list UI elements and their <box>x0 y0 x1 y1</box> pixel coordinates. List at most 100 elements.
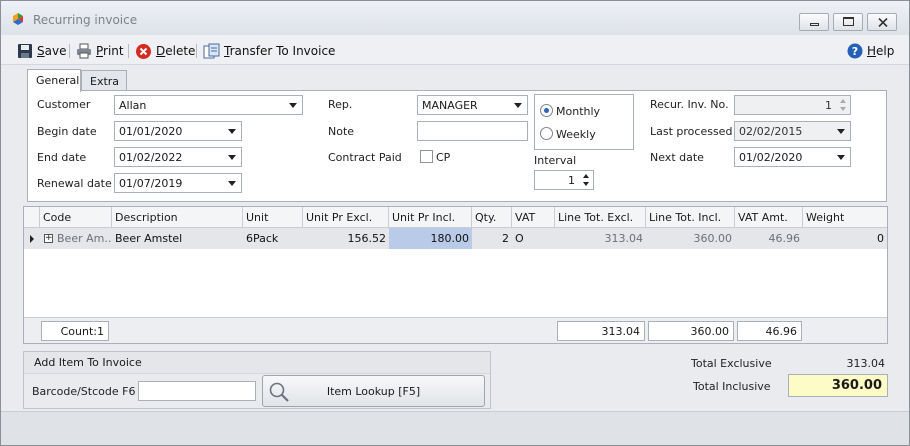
save-button[interactable]: Save <box>17 42 66 60</box>
expand-row-icon[interactable]: + <box>44 234 53 243</box>
transfer-document-icon <box>203 43 220 59</box>
recurring-invoice-window: Recurring invoice Save Print Delete Tran <box>0 0 910 446</box>
cell-qty[interactable]: 2 <box>472 228 512 249</box>
table-row[interactable]: + Beer Am... Beer Amstel 6Pack 156.52 18… <box>24 228 887 249</box>
print-button[interactable]: Print <box>76 42 124 60</box>
item-lookup-label: Item Lookup [F5] <box>326 385 421 398</box>
cell-code[interactable]: Beer Am... <box>54 228 112 249</box>
rep-combobox[interactable]: MANAGER <box>417 95 528 115</box>
recur-inv-no-value: 1 <box>825 99 832 112</box>
row-count: Count:1 <box>41 321 109 341</box>
column-header-unit-excl[interactable]: Unit Pr Excl. <box>303 207 389 228</box>
spin-up-icon[interactable] <box>583 174 589 178</box>
toolbar-separator <box>69 44 70 58</box>
minimize-button[interactable] <box>799 13 829 31</box>
spin-down-icon[interactable] <box>583 182 589 186</box>
footer-vat-amt-total: 46.96 <box>737 321 802 341</box>
chevron-down-icon[interactable] <box>837 155 845 160</box>
last-processed-picker[interactable]: 02/02/2015 <box>734 121 851 141</box>
interval-value: 1 <box>568 174 575 187</box>
add-item-group: Add Item To Invoice Barcode/Stcode F6 It… <box>23 351 491 409</box>
rep-value: MANAGER <box>422 99 478 112</box>
cell-unit[interactable]: 6Pack <box>243 228 303 249</box>
end-date-picker[interactable]: 01/02/2022 <box>114 147 242 167</box>
grid-footer: Count:1 313.04 360.00 46.96 <box>24 317 887 343</box>
cell-unit-incl[interactable]: 180.00 <box>389 228 472 249</box>
column-header-unit[interactable]: Unit <box>243 207 303 228</box>
close-window-button[interactable] <box>867 13 897 31</box>
begin-date-picker[interactable]: 01/01/2020 <box>114 121 242 141</box>
cell-description[interactable]: Beer Amstel <box>112 228 243 249</box>
print-label: rint <box>103 44 124 58</box>
restore-icon <box>843 17 854 26</box>
contract-paid-label: Contract Paid <box>328 151 402 164</box>
last-processed-value: 02/02/2015 <box>739 125 803 138</box>
status-bar <box>1 411 909 445</box>
chevron-down-icon[interactable] <box>837 129 845 134</box>
end-date-label: End date <box>37 151 87 164</box>
chevron-down-icon[interactable] <box>228 155 236 160</box>
column-header-line-incl[interactable]: Line Tot. Incl. <box>646 207 735 228</box>
barcode-input[interactable] <box>138 381 256 401</box>
delete-accel: D <box>156 44 166 58</box>
column-header-weight[interactable]: Weight <box>803 207 887 228</box>
tab-extra[interactable]: Extra <box>81 70 127 91</box>
last-processed-label: Last processed <box>650 125 733 138</box>
total-exclusive-label: Total Exclusive <box>691 357 772 370</box>
chevron-down-icon[interactable] <box>289 103 297 108</box>
recur-inv-no-label: Recur. Inv. No. <box>650 98 729 111</box>
interval-label: Interval <box>534 154 577 167</box>
note-label: Note <box>328 125 355 138</box>
column-header-code[interactable]: Code <box>40 207 112 228</box>
spin-down-icon[interactable] <box>840 107 846 111</box>
chevron-down-icon[interactable] <box>228 181 236 186</box>
window-title: Recurring invoice <box>33 13 138 27</box>
row-indicator-header <box>24 207 40 228</box>
column-header-unit-incl[interactable]: Unit Pr Incl. <box>389 207 472 228</box>
recurrence-radio-group <box>534 94 634 150</box>
help-icon: ? <box>847 43 863 59</box>
footer-line-incl-total: 360.00 <box>648 321 734 341</box>
help-button[interactable]: ? Help <box>847 42 894 60</box>
tab-general[interactable]: General <box>27 69 81 92</box>
cp-checkbox[interactable] <box>420 150 433 163</box>
customer-label: Customer <box>37 98 91 111</box>
renewal-date-label: Renewal date <box>37 177 112 190</box>
item-lookup-button[interactable]: Item Lookup [F5] <box>262 375 485 407</box>
footer-line-excl-total: 313.04 <box>557 321 645 341</box>
delete-button[interactable]: Delete <box>135 42 195 60</box>
note-input[interactable] <box>417 121 528 141</box>
column-header-vat[interactable]: VAT <box>512 207 555 228</box>
barcode-label: Barcode/Stcode F6 <box>32 385 136 398</box>
toolbar-separator <box>128 44 129 58</box>
column-header-qty[interactable]: Qty. <box>472 207 512 228</box>
delete-icon <box>136 43 151 59</box>
cell-line-excl: 313.04 <box>604 232 644 245</box>
cell-unit-excl[interactable]: 156.52 <box>303 228 389 249</box>
column-header-vat-amt[interactable]: VAT Amt. <box>735 207 803 228</box>
cell-weight[interactable]: 0 <box>803 228 887 249</box>
weekly-radio[interactable] <box>540 127 553 140</box>
interval-spinner[interactable]: 1 <box>534 170 594 190</box>
save-accel: S <box>37 44 45 58</box>
begin-date-label: Begin date <box>37 125 97 138</box>
column-header-line-excl[interactable]: Line Tot. Excl. <box>555 207 646 228</box>
next-date-picker[interactable]: 01/02/2020 <box>734 147 851 167</box>
transfer-to-invoice-button[interactable]: Transfer To Invoice <box>203 42 335 60</box>
chevron-down-icon[interactable] <box>514 103 522 108</box>
maximize-button[interactable] <box>833 13 863 31</box>
monthly-radio[interactable] <box>540 104 553 117</box>
add-item-title: Add Item To Invoice <box>24 352 490 374</box>
end-date-value: 01/02/2022 <box>119 151 183 164</box>
spin-up-icon[interactable] <box>840 99 846 103</box>
column-header-description[interactable]: Description <box>112 207 243 228</box>
renewal-date-picker[interactable]: 01/07/2019 <box>114 173 242 193</box>
customer-combobox[interactable]: Allan <box>114 95 303 115</box>
floppy-disk-icon <box>18 44 32 58</box>
title-bar: Recurring invoice <box>1 1 909 35</box>
cell-vat[interactable]: O <box>512 228 555 249</box>
print-accel: P <box>96 44 104 58</box>
chevron-down-icon[interactable] <box>228 129 236 134</box>
recur-inv-no-spinner[interactable]: 1 <box>734 95 851 115</box>
monthly-label: Monthly <box>556 105 601 118</box>
